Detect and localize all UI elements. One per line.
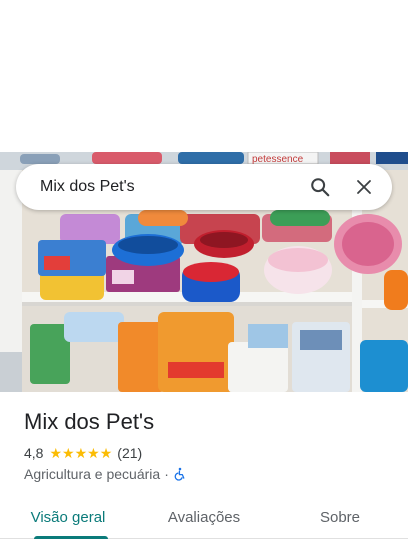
tab-overview[interactable]: Visão geral (0, 496, 136, 539)
star-icon: ★ (62, 445, 75, 461)
place-category: Agricultura e pecuária (24, 466, 161, 482)
star-icon: ★ (49, 445, 63, 461)
top-blank-area (0, 0, 408, 152)
place-title: Mix dos Pet's (24, 409, 155, 434)
wheelchair-icon (173, 467, 187, 481)
search-icon[interactable] (304, 171, 336, 203)
rating-value: 4,8 (24, 445, 44, 461)
review-count[interactable]: (21) (117, 445, 142, 461)
star-icon: ★ (87, 445, 100, 461)
rating-row[interactable]: 4,8 ★ ★ ★ ★ ★ (21) (24, 444, 142, 462)
tab-bar: Visão geral Avaliações Sobre (0, 496, 408, 539)
tab-about[interactable]: Sobre (272, 496, 408, 538)
tab-reviews[interactable]: Avaliações (136, 496, 272, 538)
rating-stars: ★ ★ ★ ★ ★ (49, 446, 112, 460)
close-icon[interactable] (348, 171, 380, 203)
star-icon: ★ (74, 445, 88, 461)
separator-dot: · (164, 466, 169, 482)
star-icon: ★ (99, 445, 113, 461)
search-bar[interactable]: Mix dos Pet's (16, 164, 392, 210)
category-row: Agricultura e pecuária · (24, 465, 187, 483)
search-input[interactable]: Mix dos Pet's (40, 178, 304, 196)
